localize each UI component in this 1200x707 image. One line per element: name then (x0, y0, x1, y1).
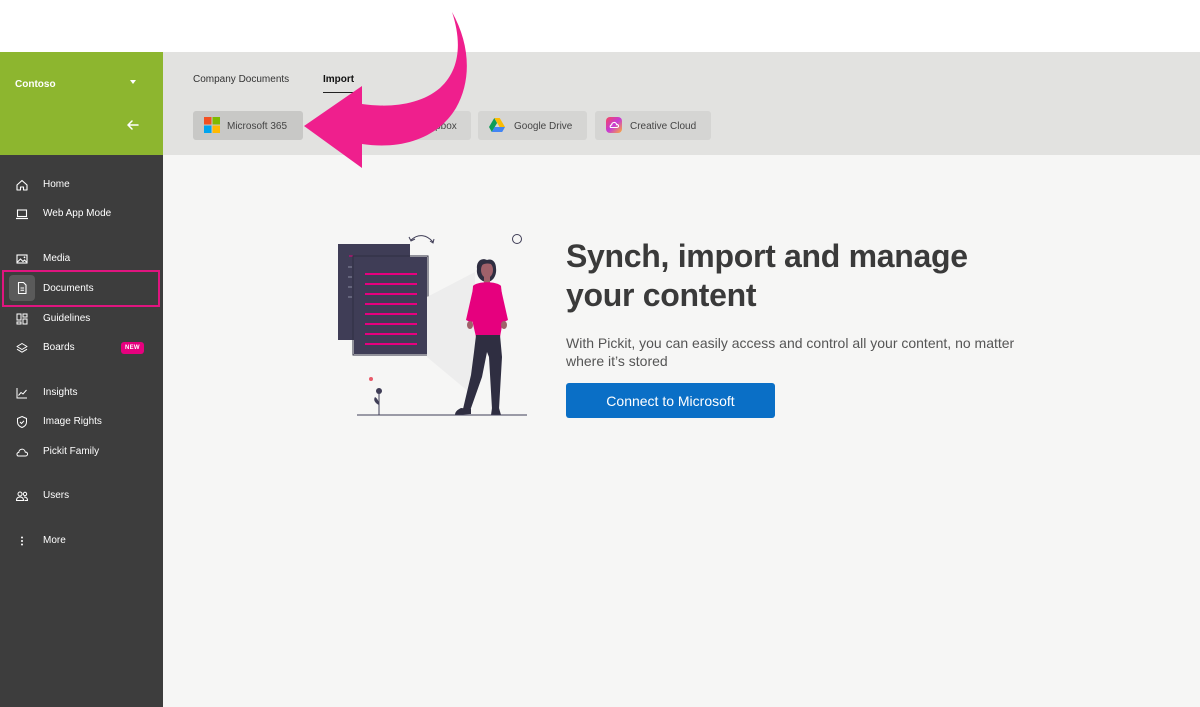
more-vertical-icon (21, 536, 23, 546)
sidebar-item-boards[interactable]: Boards NEW (0, 334, 163, 362)
sidebar-item-label: Guidelines (43, 313, 91, 324)
cloud-icon (16, 448, 29, 457)
google-drive-icon (489, 118, 505, 132)
microsoft-icon (204, 117, 220, 133)
shield-icon (17, 415, 27, 429)
tab-company-documents[interactable]: Company Documents (193, 74, 289, 85)
creative-cloud-icon (606, 117, 622, 133)
sidebar-item-documents[interactable]: Documents (0, 275, 163, 303)
brand-header: Contoso (0, 52, 163, 155)
sidebar-item-label: More (43, 535, 66, 546)
sidebar-item-users[interactable]: Users (0, 482, 163, 510)
sidebar-item-label: Boards (43, 342, 75, 353)
google-drive-button[interactable]: Google Drive (478, 111, 587, 140)
chevron-down-icon[interactable] (130, 80, 136, 84)
creative-cloud-button[interactable]: Creative Cloud (595, 111, 711, 140)
active-tab-underline (323, 92, 355, 93)
main-content: Synch, import and manage your content Wi… (163, 155, 1200, 707)
microsoft-365-button[interactable]: Microsoft 365 (193, 111, 303, 140)
sidebar-item-more[interactable]: More (0, 527, 163, 555)
page-headline: Synch, import and manage your content (566, 238, 968, 313)
users-icon (15, 491, 29, 501)
sidebar-item-home[interactable]: Home (0, 171, 163, 199)
sidebar-item-image-rights[interactable]: Image Rights (0, 408, 163, 436)
laptop-icon (16, 209, 28, 220)
source-label: Creative Cloud (630, 121, 697, 132)
document-icon (17, 281, 27, 295)
sidebar-item-insights[interactable]: Insights (0, 379, 163, 407)
sidebar-item-web-app-mode[interactable]: Web App Mode (0, 200, 163, 228)
source-label: Google Drive (514, 121, 573, 132)
connect-to-microsoft-button[interactable]: Connect to Microsoft (566, 383, 775, 418)
collapse-sidebar-button[interactable] (124, 116, 142, 134)
image-icon (16, 254, 28, 264)
dropbox-button[interactable]: Dropbox (382, 111, 471, 140)
app-window: Contoso Home Web App Mode Media Document… (0, 52, 1200, 707)
org-name[interactable]: Contoso (15, 79, 56, 90)
boards-icon (16, 343, 28, 353)
home-icon (16, 179, 28, 191)
sidebar-item-guidelines[interactable]: Guidelines (0, 305, 163, 333)
guidelines-icon (16, 313, 28, 325)
sidebar-item-pickit-family[interactable]: Pickit Family (0, 438, 163, 466)
chart-icon (16, 388, 27, 399)
sidebar-item-label: Documents (43, 283, 94, 294)
source-label: Dropbox (419, 121, 457, 132)
sidebar-item-label: Web App Mode (43, 208, 112, 219)
documents-illustration (338, 234, 527, 416)
sidebar-item-media[interactable]: Media (0, 245, 163, 273)
sidebar-item-label: Pickit Family (43, 446, 100, 457)
sidebar-item-label: Image Rights (43, 416, 102, 427)
page-subtext: With Pickit, you can easily access and c… (566, 335, 1015, 369)
arrow-left-icon (127, 120, 139, 130)
sidebar-item-label: Media (43, 253, 71, 264)
dropbox-icon (393, 118, 409, 132)
sidebar: Contoso Home Web App Mode Media Document… (0, 52, 163, 707)
sidebar-item-label: Home (43, 179, 70, 190)
sidebar-item-label: Insights (43, 387, 78, 398)
source-label: Microsoft 365 (227, 121, 288, 132)
sidebar-item-label: Users (43, 490, 70, 501)
tab-import[interactable]: Import (323, 74, 354, 85)
top-bar: Company Documents Import Microsoft 365 D… (163, 52, 1200, 155)
new-badge: NEW (121, 342, 144, 354)
